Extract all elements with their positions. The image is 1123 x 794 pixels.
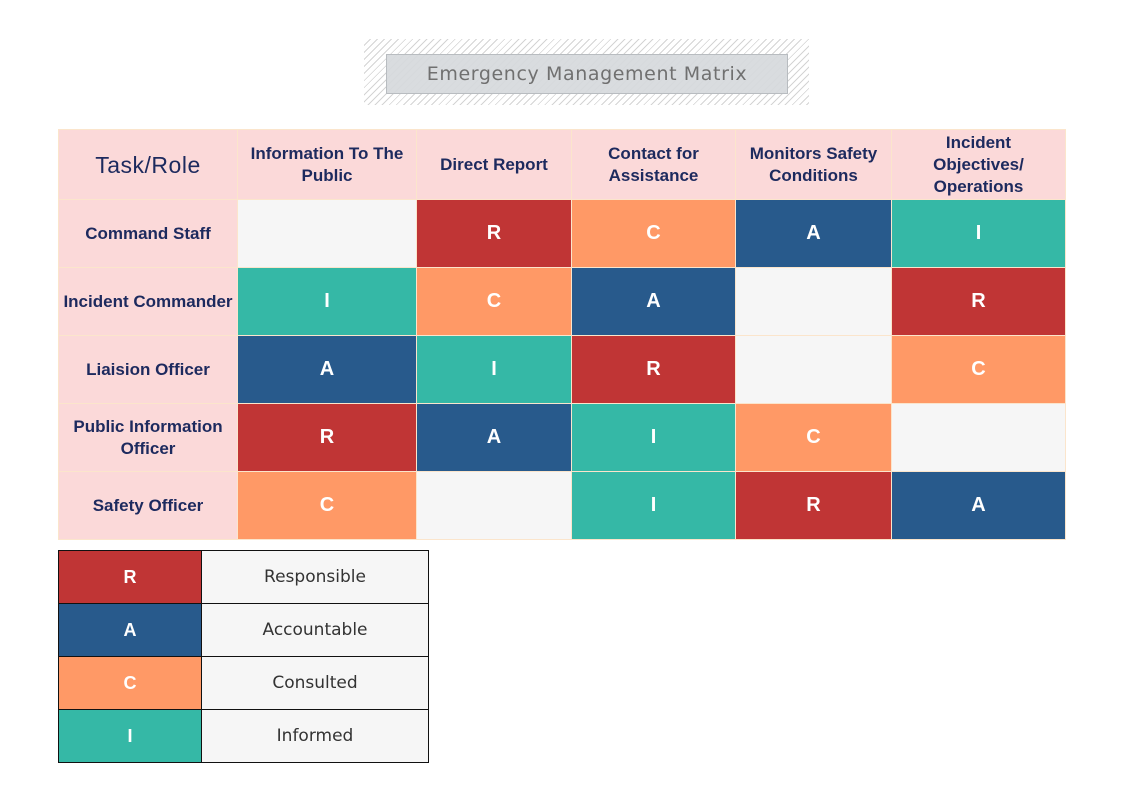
raci-cell: R: [891, 267, 1066, 336]
raci-cell: R: [571, 335, 736, 404]
column-header: Information To The Public: [237, 129, 417, 200]
legend-label: Consulted: [201, 656, 429, 710]
matrix-row: Liaision Officer A I R C: [58, 335, 1066, 404]
raci-cell: C: [891, 335, 1066, 404]
matrix-row: Command Staff R C A I: [58, 199, 1066, 268]
raci-cell: A: [571, 267, 736, 336]
raci-cell: A: [416, 403, 572, 472]
legend-label: Informed: [201, 709, 429, 763]
raci-cell: R: [237, 403, 417, 472]
matrix-row: Public Information Officer R A I C: [58, 403, 1066, 472]
raci-cell: A: [891, 471, 1066, 540]
title-banner: Emergency Management Matrix: [364, 39, 809, 105]
raci-cell: C: [735, 403, 892, 472]
legend-code: I: [58, 709, 202, 763]
row-header: Public Information Officer: [58, 403, 238, 472]
row-header: Command Staff: [58, 199, 238, 268]
legend-code: A: [58, 603, 202, 657]
raci-cell: I: [237, 267, 417, 336]
raci-cell: C: [571, 199, 736, 268]
legend-label: Responsible: [201, 550, 429, 604]
column-header: Contact for Assistance: [571, 129, 736, 200]
raci-cell: I: [571, 403, 736, 472]
legend-code: C: [58, 656, 202, 710]
row-header: Liaision Officer: [58, 335, 238, 404]
corner-label: Task/Role: [58, 129, 238, 200]
legend: R Responsible A Accountable C Consulted I Infor…: [58, 550, 429, 763]
raci-cell: C: [237, 471, 417, 540]
column-header: Direct Report: [416, 129, 572, 200]
raci-cell: I: [571, 471, 736, 540]
empty-cell: [891, 403, 1066, 472]
matrix-header-row: Task/Role Information To The Public Dire…: [58, 129, 1066, 200]
raci-matrix: Task/Role Information To The Public Dire…: [58, 129, 1066, 540]
legend-row: I Informed: [58, 709, 429, 763]
column-header: Monitors Safety Conditions: [735, 129, 892, 200]
raci-cell: R: [416, 199, 572, 268]
empty-cell: [237, 199, 417, 268]
legend-code: R: [58, 550, 202, 604]
legend-row: A Accountable: [58, 603, 429, 657]
empty-cell: [416, 471, 572, 540]
column-header: Incident Objectives/ Operations: [891, 129, 1066, 200]
row-header: Safety Officer: [58, 471, 238, 540]
legend-row: R Responsible: [58, 550, 429, 604]
raci-cell: A: [237, 335, 417, 404]
empty-cell: [735, 335, 892, 404]
legend-row: C Consulted: [58, 656, 429, 710]
empty-cell: [735, 267, 892, 336]
raci-cell: C: [416, 267, 572, 336]
matrix-row: Safety Officer C I R A: [58, 471, 1066, 540]
row-header: Incident Commander: [58, 267, 238, 336]
raci-cell: R: [735, 471, 892, 540]
page-title: Emergency Management Matrix: [386, 54, 788, 94]
raci-cell: A: [735, 199, 892, 268]
raci-cell: I: [891, 199, 1066, 268]
raci-cell: I: [416, 335, 572, 404]
legend-label: Accountable: [201, 603, 429, 657]
matrix-row: Incident Commander I C A R: [58, 267, 1066, 336]
